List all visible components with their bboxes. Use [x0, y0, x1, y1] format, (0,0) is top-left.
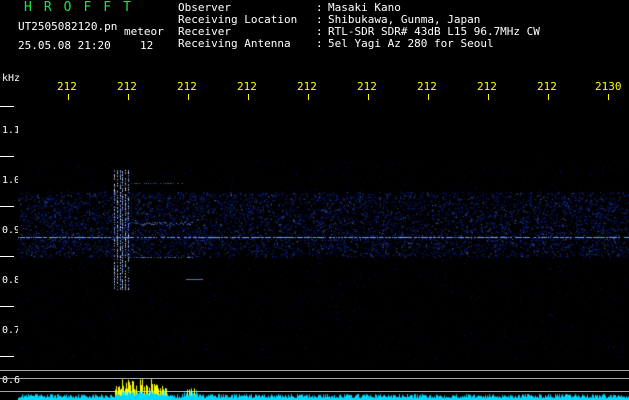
meteor-count: 12: [140, 39, 154, 52]
time-tick-label: 2130: [595, 80, 622, 93]
time-tick-label: 212: [477, 80, 497, 93]
datetime: 25.05.08 21:20: [18, 39, 111, 52]
freq-tick: [0, 206, 14, 207]
station-info: Observer : Masaki Kano Receiving Locatio…: [178, 2, 540, 50]
info-antenna: Receiving Antenna : 5el Yagi Az 280 for …: [178, 38, 540, 50]
file-name: UT2505082120.pn: [18, 20, 118, 33]
signal-level-meter: [18, 370, 629, 400]
time-tick-label: 212: [237, 80, 257, 93]
freq-tick: [0, 306, 14, 307]
app-brand: HROFFT: [24, 0, 143, 15]
header-panel: HROFFT UT2505082120.pn meteor 25.05.08 2…: [0, 0, 629, 60]
info-separator: :: [316, 37, 323, 50]
spectrogram-canvas: [18, 100, 629, 370]
time-tick-label: 212: [417, 80, 437, 93]
time-tick-label: 212: [297, 80, 317, 93]
freq-tick: [0, 356, 14, 357]
time-tick-label: 212: [357, 80, 377, 93]
freq-tick: [0, 256, 14, 257]
time-tick-label: 212: [537, 80, 557, 93]
time-axis: 212 212 212 212 212 212 212 212 212 2130: [0, 76, 629, 100]
info-value: 5el Yagi Az 280 for Seoul: [328, 37, 494, 50]
time-tick-label: 212: [177, 80, 197, 93]
freq-tick: [0, 156, 14, 157]
time-tick-label: 212: [57, 80, 77, 93]
time-tick-label: 212: [117, 80, 137, 93]
freq-tick: [0, 106, 14, 107]
meteor-label: meteor: [124, 25, 164, 38]
info-key: Receiving Antenna: [178, 37, 291, 50]
